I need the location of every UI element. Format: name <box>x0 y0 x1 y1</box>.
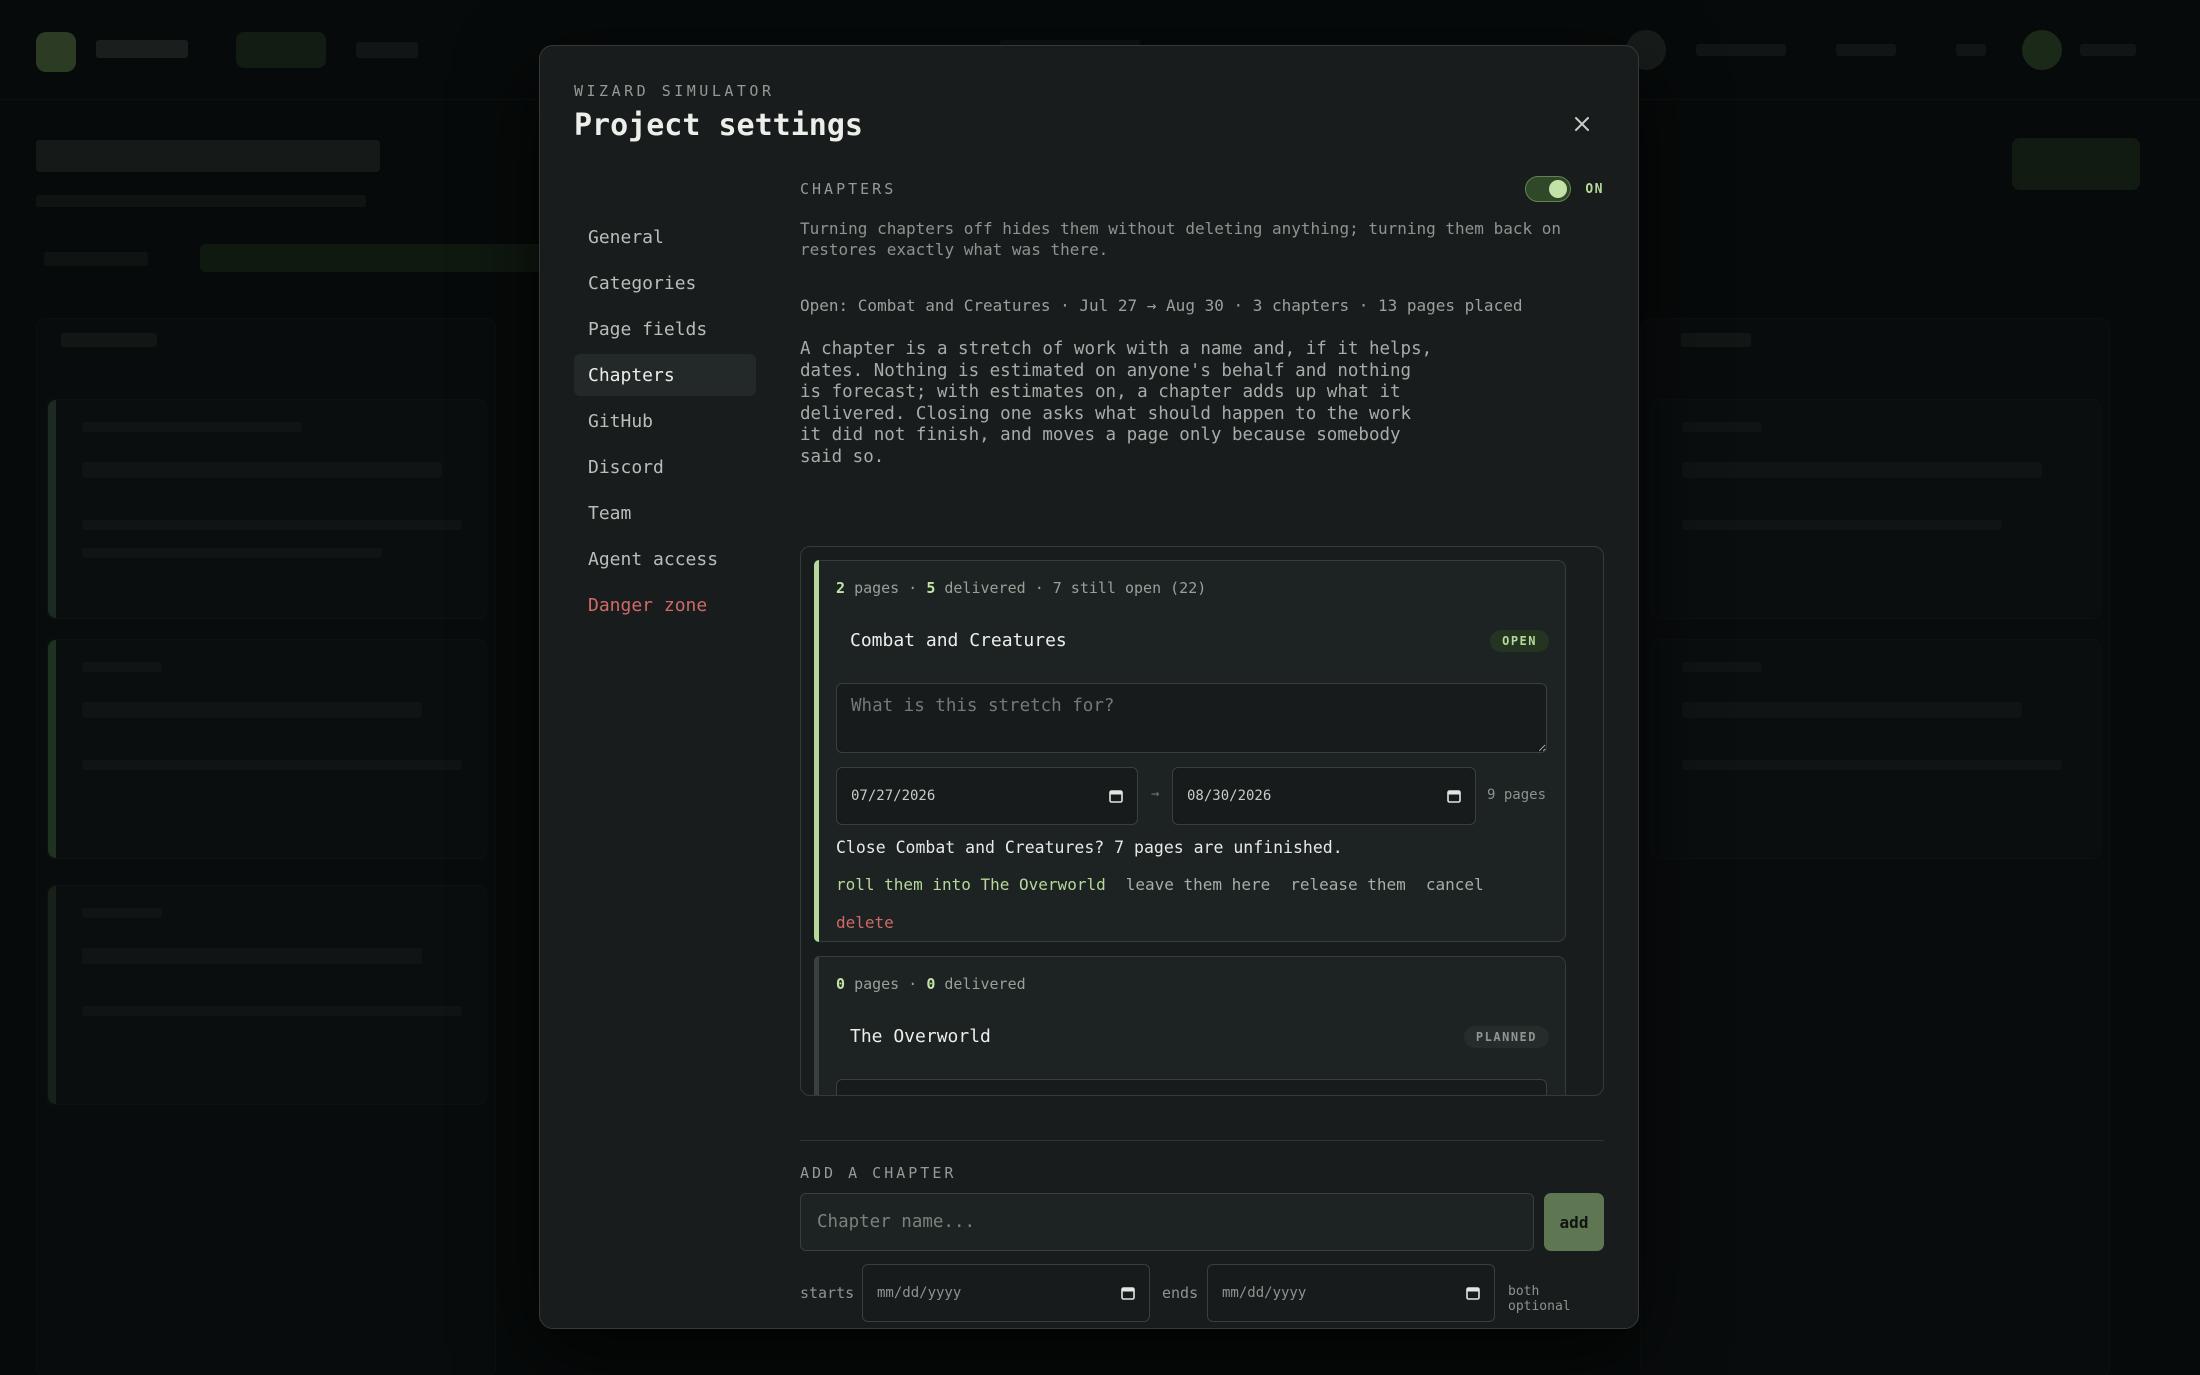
chapter-card: 2 pages · 5 delivered · 7 still open (22… <box>814 560 1566 942</box>
chapter-name-input[interactable] <box>800 1193 1534 1251</box>
chapters-description: A chapter is a stretch of work with a na… <box>800 339 1433 467</box>
close-chapter-actions: roll them into The Overworld leave them … <box>836 875 1484 894</box>
delete-chapter-button[interactable]: delete <box>836 913 894 932</box>
new-chapter-end-date[interactable]: mm/dd/yyyy <box>1207 1264 1495 1322</box>
chapters-list[interactable]: 2 pages · 5 delivered · 7 still open (22… <box>800 546 1604 1096</box>
start-date-placeholder: mm/dd/yyyy <box>877 1285 962 1301</box>
calendar-icon <box>1466 1287 1480 1300</box>
start-date-value: 07/27/2026 <box>851 788 936 804</box>
nav-item-danger-zone[interactable]: Danger zone <box>574 584 756 626</box>
chapter-pages-word: pages <box>854 975 900 993</box>
status-badge: PLANNED <box>1463 1026 1549 1048</box>
add-chapter-button[interactable]: add <box>1544 1193 1604 1251</box>
close-button[interactable] <box>1560 102 1604 146</box>
project-name-eyebrow: WIZARD SIMULATOR <box>574 82 775 100</box>
chapter-delivered-count: 0 <box>926 975 936 993</box>
calendar-icon <box>1121 1287 1135 1300</box>
release-button[interactable]: release them <box>1290 875 1406 894</box>
nav-item-discord[interactable]: Discord <box>574 446 756 488</box>
chapter-page-count: 9 pages <box>1487 787 1547 803</box>
roll-into-next-button[interactable]: roll them into The Overworld <box>836 875 1106 894</box>
chapters-help-text: Turning chapters off hides them without … <box>800 219 1561 259</box>
close-chapter-prompt: Close Combat and Creatures? 7 pages are … <box>836 838 1343 857</box>
modal-title: Project settings <box>574 108 863 143</box>
chapter-delivered-word: delivered <box>944 975 1026 993</box>
chapter-accent-bar <box>814 560 819 942</box>
nav-item-page-fields[interactable]: Page fields <box>574 308 756 350</box>
close-icon <box>1575 117 1589 131</box>
section-label: CHAPTERS <box>800 180 897 198</box>
chapter-name[interactable]: Combat and Creatures <box>850 630 1067 651</box>
end-date-placeholder: mm/dd/yyyy <box>1222 1285 1307 1301</box>
chapter-pages-count: 2 <box>836 579 846 597</box>
chapter-name[interactable]: The Overworld <box>850 1026 991 1047</box>
dates-optional-note: both optional <box>1508 1284 1571 1314</box>
divider <box>800 1140 1604 1141</box>
end-date-value: 08/30/2026 <box>1187 788 1272 804</box>
date-range-arrow: → <box>1151 786 1160 802</box>
add-chapter-label: ADD A CHAPTER <box>800 1164 957 1182</box>
ends-label: ends <box>1162 1284 1199 1302</box>
chapter-purpose-input[interactable] <box>836 683 1547 753</box>
nav-item-general[interactable]: General <box>574 216 756 258</box>
status-badge: OPEN <box>1490 630 1549 652</box>
chapter-card: 0 pages · 0 delivered The Overworld PLAN… <box>814 956 1566 1095</box>
chapter-purpose-input[interactable] <box>836 1079 1547 1095</box>
leave-here-button[interactable]: leave them here <box>1126 875 1271 894</box>
chapter-stats: 0 pages · 0 delivered <box>836 975 1026 993</box>
calendar-icon <box>1447 790 1461 803</box>
chapters-toggle[interactable] <box>1525 176 1572 202</box>
chapter-open-count: · 7 still open (22) <box>1034 579 1207 597</box>
calendar-icon <box>1109 790 1123 803</box>
nav-item-github[interactable]: GitHub <box>574 400 756 442</box>
cancel-button[interactable]: cancel <box>1426 875 1484 894</box>
chapters-settings-panel: CHAPTERS ON Turning chapters off hides t… <box>800 176 1604 1322</box>
chapter-delivered-count: 5 <box>926 579 936 597</box>
chapters-toggle-wrap: ON <box>1525 176 1604 202</box>
chapter-pages-word: pages <box>854 579 900 597</box>
open-chapter-summary: Open: Combat and Creatures · Jul 27 → Au… <box>800 296 1523 315</box>
chapter-delivered-word: delivered <box>944 579 1026 597</box>
settings-nav: General Categories Page fields Chapters … <box>574 216 756 630</box>
chapter-stats: 2 pages · 5 delivered · 7 still open (22… <box>836 579 1207 597</box>
chapter-end-date[interactable]: 08/30/2026 <box>1172 767 1476 825</box>
starts-label: starts <box>800 1284 855 1302</box>
nav-item-team[interactable]: Team <box>574 492 756 534</box>
toggle-knob <box>1549 180 1568 198</box>
chapter-start-date[interactable]: 07/27/2026 <box>836 767 1138 825</box>
new-chapter-start-date[interactable]: mm/dd/yyyy <box>862 1264 1150 1322</box>
toggle-state-label: ON <box>1585 181 1604 197</box>
chapter-accent-bar <box>814 956 819 1095</box>
chapters-header: CHAPTERS ON <box>800 176 1604 202</box>
nav-item-chapters[interactable]: Chapters <box>574 354 756 396</box>
project-settings-modal: WIZARD SIMULATOR Project settings Genera… <box>539 45 1639 1329</box>
nav-item-categories[interactable]: Categories <box>574 262 756 304</box>
chapter-pages-count: 0 <box>836 975 846 993</box>
nav-item-agent-access[interactable]: Agent access <box>574 538 756 580</box>
